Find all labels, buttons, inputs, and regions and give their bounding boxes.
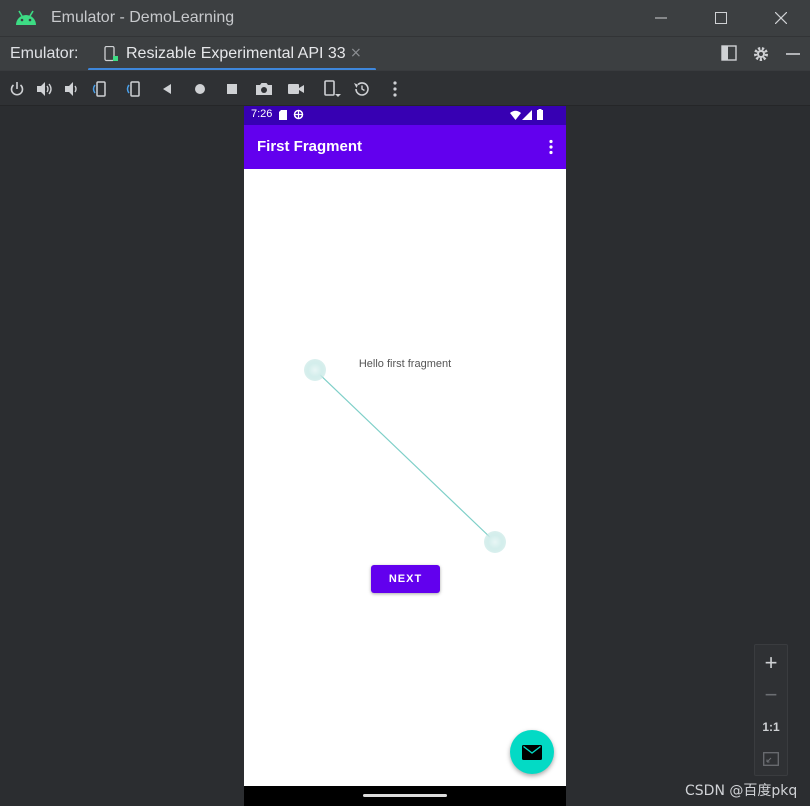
volume-up-icon	[37, 82, 52, 96]
next-button[interactable]: NEXT	[371, 565, 440, 593]
navigation-bar	[244, 786, 566, 806]
rotate-left-button[interactable]	[91, 79, 111, 99]
screenshot-icon	[256, 83, 272, 95]
pinch-line	[314, 369, 496, 543]
more-icon	[393, 81, 397, 97]
device-icon	[104, 46, 118, 62]
gear-icon[interactable]	[752, 45, 770, 63]
android-logo-icon	[16, 10, 36, 25]
fit-screen-button[interactable]	[755, 743, 787, 775]
pinch-gesture-overlay	[304, 359, 506, 553]
zoom-panel: + − 1:1	[754, 644, 788, 776]
actual-size-button[interactable]: 1:1	[755, 711, 787, 743]
rotate-left-icon	[92, 81, 106, 97]
zoom-out-button[interactable]: −	[755, 679, 787, 711]
title-bar: Emulator - DemoLearning	[0, 0, 810, 36]
device-tab-label: Resizable Experimental API 33	[126, 45, 346, 62]
gesture-handle[interactable]	[363, 794, 447, 797]
volume-up-button[interactable]	[35, 79, 55, 99]
power-icon	[10, 82, 24, 96]
power-button[interactable]	[7, 79, 27, 99]
volume-down-button[interactable]	[62, 79, 82, 99]
hello-text: Hello first fragment	[358, 358, 452, 370]
snapshot-icon	[354, 82, 369, 96]
back-icon	[163, 84, 171, 94]
minimize-icon	[655, 17, 667, 19]
device-screen[interactable]: 7:26 First Fragment Hello first fragment…	[244, 106, 566, 806]
fold-button[interactable]	[322, 79, 342, 99]
home-button[interactable]	[190, 79, 210, 99]
home-icon	[195, 84, 205, 94]
mail-fab[interactable]	[510, 730, 554, 774]
snapshot-button[interactable]	[352, 79, 372, 99]
more-button[interactable]	[385, 79, 405, 99]
fit-screen-icon	[763, 752, 779, 766]
device-tab[interactable]: Resizable Experimental API 33 ×	[88, 37, 376, 71]
maximize-icon	[715, 12, 727, 24]
screenshot-button[interactable]	[254, 79, 274, 99]
fold-icon	[324, 80, 341, 97]
overview-icon	[227, 84, 237, 94]
tab-close-icon[interactable]: ×	[350, 45, 362, 61]
window-title: Emulator - DemoLearning	[51, 9, 235, 26]
device-tab-bar: Emulator: Resizable Experimental API 33 …	[0, 36, 810, 71]
rotate-right-icon	[126, 81, 140, 97]
emulator-toolbar	[0, 70, 810, 106]
close-button[interactable]	[756, 0, 806, 36]
touch-point-b	[484, 531, 506, 553]
maximize-button[interactable]	[696, 0, 746, 36]
screen-record-icon	[288, 84, 304, 94]
rotate-right-button[interactable]	[125, 79, 145, 99]
watermark: CSDN @百度pkq	[685, 783, 798, 799]
zoom-in-button[interactable]: +	[755, 647, 787, 679]
content-text: Hello first fragment	[244, 358, 566, 370]
layout-icon[interactable]	[721, 45, 737, 61]
back-button[interactable]	[157, 79, 177, 99]
mail-icon	[522, 744, 542, 760]
minimize-button[interactable]	[636, 0, 686, 36]
minimize-panel-icon[interactable]	[786, 47, 800, 61]
screen-record-button[interactable]	[286, 79, 306, 99]
emulator-caption: Emulator:	[10, 45, 79, 62]
close-icon	[775, 12, 787, 24]
overview-button[interactable]	[222, 79, 242, 99]
volume-down-icon	[65, 82, 77, 96]
